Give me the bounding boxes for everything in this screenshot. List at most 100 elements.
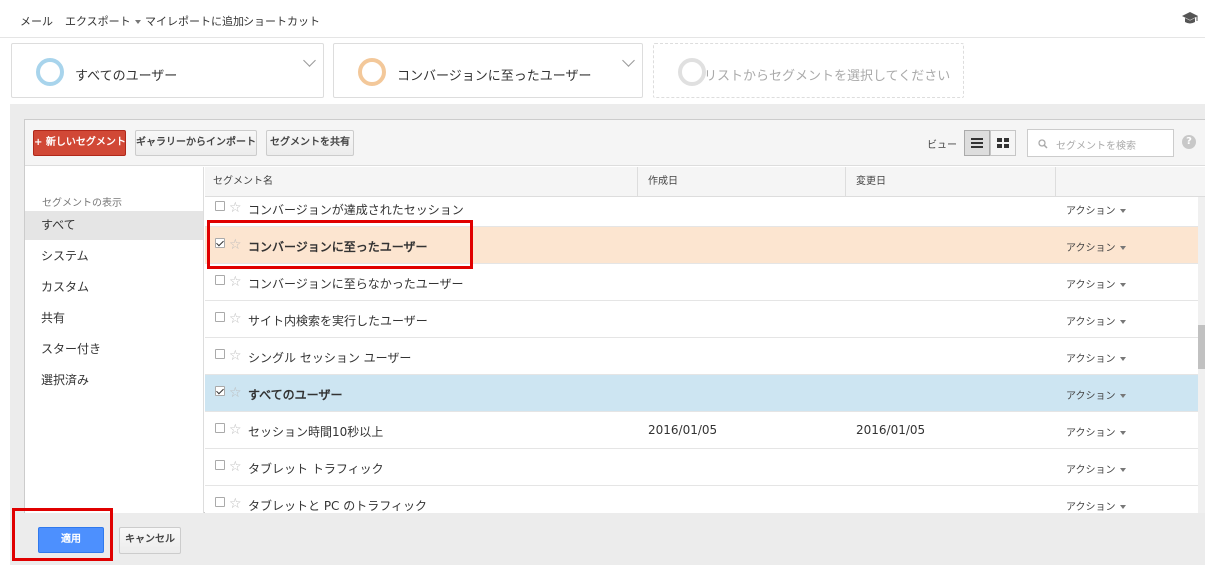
sidebar-heading: セグメントの表示 <box>42 198 122 209</box>
annotation-highlight-row <box>207 220 473 269</box>
table-row[interactable]: ☆ セッション時間10秒以上 2016/01/05 2016/01/05 アクション <box>205 412 1198 449</box>
action-menu[interactable]: アクション <box>1066 498 1126 513</box>
sidebar-item-custom[interactable]: カスタム <box>25 273 203 302</box>
chevron-down-icon <box>1119 283 1126 287</box>
sidebar-item-starred[interactable]: スター付き <box>25 335 203 364</box>
segment-filter-sidebar: セグメントの表示 すべて システム カスタム 共有 スター付き 選択済み <box>25 167 204 513</box>
row-checkbox[interactable] <box>215 497 225 507</box>
mail-link[interactable]: メール <box>20 13 53 29</box>
sidebar-item-system[interactable]: システム <box>25 242 203 271</box>
star-icon[interactable]: ☆ <box>229 423 242 437</box>
report-toolbar: メール エクスポート マイレポートに追加 ショートカット <box>0 0 1205 38</box>
view-label: ビュー <box>927 140 957 151</box>
table-row[interactable]: ☆ タブレットと PC のトラフィック アクション <box>205 486 1198 513</box>
row-checkbox[interactable] <box>215 312 225 322</box>
star-icon[interactable]: ☆ <box>229 460 242 474</box>
action-label: アクション <box>1066 428 1116 439</box>
table-row[interactable]: ☆ コンバージョンに至らなかったユーザー アクション <box>205 264 1198 301</box>
row-checkbox[interactable] <box>215 460 225 470</box>
segment-ring-icon <box>358 58 386 86</box>
segment-name[interactable]: タブレット トラフィック <box>248 460 384 477</box>
star-icon[interactable]: ☆ <box>229 312 242 326</box>
table-row[interactable]: ☆ タブレット トラフィック アクション <box>205 449 1198 486</box>
segment-search-input[interactable]: セグメントを検索 <box>1027 129 1174 157</box>
action-label: アクション <box>1066 317 1116 328</box>
segment-table-header: セグメント名 作成日 変更日 <box>205 167 1205 197</box>
segment-name[interactable]: サイト内検索を実行したユーザー <box>248 312 428 329</box>
action-menu[interactable]: アクション <box>1066 276 1126 291</box>
cancel-button[interactable]: キャンセル <box>119 527 181 554</box>
list-view-button[interactable] <box>964 130 990 156</box>
row-checkbox[interactable] <box>215 201 225 211</box>
new-segment-button[interactable]: + 新しいセグメント <box>33 130 126 156</box>
chevron-down-icon[interactable] <box>622 54 635 67</box>
export-label: エクスポート <box>65 15 131 28</box>
column-header-created[interactable]: 作成日 <box>638 167 846 197</box>
star-icon[interactable]: ☆ <box>229 275 242 289</box>
action-menu[interactable]: アクション <box>1066 387 1126 402</box>
list-icon <box>971 138 983 148</box>
scrollbar-thumb[interactable] <box>1198 325 1205 369</box>
sidebar-item-shared[interactable]: 共有 <box>25 304 203 333</box>
table-row[interactable]: ☆ すべてのユーザー アクション <box>205 375 1198 412</box>
action-menu[interactable]: アクション <box>1066 350 1126 365</box>
add-to-my-report-link[interactable]: マイレポートに追加 <box>145 13 244 29</box>
segment-card-all-users[interactable]: すべてのユーザー <box>11 43 324 98</box>
segment-name[interactable]: セッション時間10秒以上 <box>248 423 383 440</box>
star-icon[interactable]: ☆ <box>229 497 242 511</box>
chevron-down-icon <box>1119 468 1126 472</box>
chevron-down-icon <box>1119 505 1126 509</box>
grid-view-button[interactable] <box>990 130 1016 156</box>
action-label: アクション <box>1066 243 1116 254</box>
search-icon <box>1038 139 1048 149</box>
action-menu[interactable]: アクション <box>1066 313 1126 328</box>
table-row[interactable]: ☆ サイト内検索を実行したユーザー アクション <box>205 301 1198 338</box>
row-checkbox[interactable] <box>215 275 225 285</box>
graduation-cap-icon[interactable] <box>1181 11 1199 25</box>
action-label: アクション <box>1066 391 1116 402</box>
chevron-down-icon <box>1119 394 1126 398</box>
action-menu[interactable]: アクション <box>1066 239 1126 254</box>
chevron-down-icon <box>134 20 141 24</box>
shortcut-link[interactable]: ショートカット <box>243 13 320 29</box>
segment-name[interactable]: タブレットと PC のトラフィック <box>248 497 427 513</box>
grid-icon <box>997 138 1009 148</box>
segment-name[interactable]: すべてのユーザー <box>248 386 342 403</box>
help-icon[interactable]: ? <box>1182 135 1196 149</box>
star-icon[interactable]: ☆ <box>229 201 242 215</box>
export-menu[interactable]: エクスポート <box>65 13 141 29</box>
star-icon[interactable]: ☆ <box>229 349 242 363</box>
row-checkbox[interactable] <box>215 349 225 359</box>
sidebar-item-all[interactable]: すべて <box>25 211 203 240</box>
action-label: アクション <box>1066 465 1116 476</box>
action-menu[interactable]: アクション <box>1066 202 1126 217</box>
segment-card-empty[interactable]: リストからセグメントを選択してください <box>653 43 964 98</box>
chevron-down-icon <box>1119 431 1126 435</box>
search-placeholder: セグメントを検索 <box>1056 141 1136 152</box>
import-from-gallery-button[interactable]: ギャラリーからインポート <box>135 130 257 156</box>
column-header-segment-name[interactable]: セグメント名 <box>205 167 638 197</box>
segment-cards: すべてのユーザー コンバージョンに至ったユーザー リストからセグメントを選択して… <box>10 38 1205 104</box>
segment-name[interactable]: シングル セッション ユーザー <box>248 349 411 366</box>
sidebar-item-selected[interactable]: 選択済み <box>25 366 203 395</box>
chevron-down-icon <box>1119 209 1126 213</box>
row-checkbox[interactable] <box>215 386 225 396</box>
segment-picker-toolbar: + 新しいセグメント ギャラリーからインポート セグメントを共有 ビュー セグメ… <box>25 120 1205 166</box>
action-menu[interactable]: アクション <box>1066 424 1126 439</box>
star-icon[interactable]: ☆ <box>229 386 242 400</box>
table-row[interactable]: ☆ シングル セッション ユーザー アクション <box>205 338 1198 375</box>
segment-name[interactable]: コンバージョンに至らなかったユーザー <box>248 275 464 292</box>
column-header-modified[interactable]: 変更日 <box>846 167 1056 197</box>
modified-date: 2016/01/05 <box>856 423 926 437</box>
created-date: 2016/01/05 <box>648 423 718 437</box>
chevron-down-icon[interactable] <box>303 54 316 67</box>
segment-card-converters[interactable]: コンバージョンに至ったユーザー <box>333 43 643 98</box>
segment-name[interactable]: コンバージョンが達成されたセッション <box>248 201 464 218</box>
action-label: アクション <box>1066 206 1116 217</box>
share-segment-button[interactable]: セグメントを共有 <box>266 130 354 156</box>
segment-card-label: コンバージョンに至ったユーザー <box>397 69 592 84</box>
action-menu[interactable]: アクション <box>1066 461 1126 476</box>
apply-button[interactable]: 適用 <box>38 527 104 553</box>
row-checkbox[interactable] <box>215 423 225 433</box>
action-label: アクション <box>1066 280 1116 291</box>
